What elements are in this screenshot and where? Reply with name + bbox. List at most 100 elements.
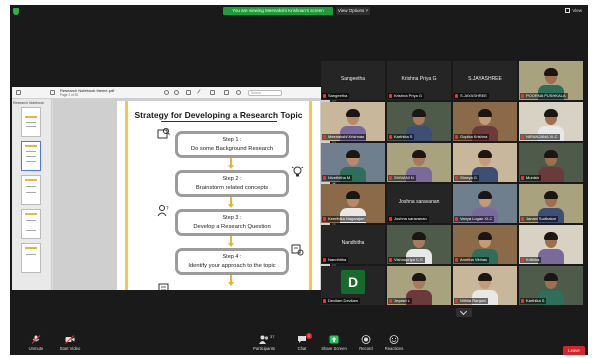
participant-caption: NIRANJANA XI-C bbox=[520, 134, 560, 140]
video-person-hair bbox=[478, 150, 492, 158]
zoom-meeting-window: You are viewing Meenakshi Krishnan's scr… bbox=[10, 5, 588, 355]
chevron-down-icon bbox=[459, 307, 468, 316]
fit-page-icon[interactable] bbox=[186, 90, 191, 95]
participant-caption: Krishna Priya G bbox=[388, 93, 425, 99]
start-video-button[interactable]: Start Video bbox=[50, 334, 90, 354]
gallery-next-page-button[interactable] bbox=[456, 307, 472, 317]
thumbnail-label: Research Notebook bbox=[13, 101, 44, 105]
participant-caption-text: Vanya Logan XI-C bbox=[460, 216, 493, 221]
participant-tile[interactable]: Nivethitha M bbox=[321, 143, 385, 182]
participant-tile[interactable]: Janani Sudhakar bbox=[519, 184, 583, 223]
muted-mic-icon bbox=[389, 299, 392, 303]
leave-meeting-button[interactable]: Leave bbox=[563, 346, 585, 355]
muted-mic-icon bbox=[455, 176, 458, 180]
participant-tile[interactable]: SHIVANI N bbox=[387, 143, 451, 182]
participants-button[interactable]: 37 Participants bbox=[244, 334, 284, 354]
pdf-search-input[interactable]: Search bbox=[248, 90, 282, 96]
participant-caption-text: S.JAYASHREE bbox=[460, 93, 487, 98]
participant-tile[interactable]: D Devilam Devilam bbox=[321, 266, 385, 305]
participant-tile[interactable]: Karthika S bbox=[387, 102, 451, 141]
page-right-stripe bbox=[309, 101, 312, 290]
participant-tile[interactable]: Gopika Krishna bbox=[453, 102, 517, 141]
annotate-icon[interactable] bbox=[210, 90, 215, 95]
participant-tile[interactable]: Vanya Logan XI-C bbox=[453, 184, 517, 223]
participant-tile[interactable]: Shreya G bbox=[453, 143, 517, 182]
view-button[interactable]: View bbox=[565, 8, 582, 13]
participant-caption-text: Joshna saravanan bbox=[394, 216, 427, 221]
step-3-box: Step 3 : Develop a Research Question bbox=[175, 209, 289, 236]
video-person-hair bbox=[478, 109, 492, 117]
chat-unread-badge: 1 bbox=[306, 333, 312, 339]
participant-caption-text: SHIVANI N bbox=[394, 175, 414, 180]
video-person-hair bbox=[346, 109, 360, 117]
participant-caption-text: Meenakshi Krishnan bbox=[328, 134, 365, 139]
zoom-in-icon[interactable] bbox=[174, 90, 179, 95]
view-label: View bbox=[572, 8, 582, 13]
reactions-button[interactable]: Reactions bbox=[374, 334, 414, 354]
search-icon[interactable] bbox=[236, 90, 241, 95]
participant-caption-text: Nivethitha M bbox=[328, 175, 351, 180]
participants-icon bbox=[259, 335, 269, 344]
muted-mic-icon bbox=[455, 258, 458, 262]
share-icon[interactable] bbox=[224, 90, 229, 95]
participant-tile[interactable]: Jeyasri L bbox=[387, 266, 451, 305]
participant-caption: Karthika S bbox=[520, 298, 547, 304]
participant-caption-text: Amritha Vibhas bbox=[460, 257, 488, 262]
participant-caption: Keerthika Nagarajan bbox=[322, 216, 367, 222]
security-shield-icon[interactable] bbox=[13, 8, 19, 15]
participant-tile[interactable]: Krishna Priya G Krishna Priya G bbox=[387, 61, 451, 100]
step-4-label: Step 4 : bbox=[222, 254, 242, 260]
participant-tile[interactable]: Karthika S bbox=[519, 266, 583, 305]
video-person-hair bbox=[346, 191, 360, 199]
video-person-hair bbox=[544, 273, 558, 281]
participant-caption-text: Shreya G bbox=[460, 175, 477, 180]
muted-mic-icon bbox=[455, 94, 458, 98]
participant-tile[interactable]: Joshna saravanan Joshna saravanan bbox=[387, 184, 451, 223]
participant-tile[interactable]: Amritha Vibhas bbox=[453, 225, 517, 264]
participant-tile[interactable]: Munish bbox=[519, 143, 583, 182]
participant-tile[interactable]: POORNA PUSHKALA bbox=[519, 61, 583, 100]
pen-icon[interactable] bbox=[197, 89, 204, 96]
participant-tile[interactable]: Krithika bbox=[519, 225, 583, 264]
participant-avatar: D bbox=[341, 270, 365, 294]
participant-tile[interactable]: Sangeetha Sangeetha bbox=[321, 61, 385, 100]
page-thumbnails[interactable]: Research Notebook bbox=[12, 99, 52, 290]
muted-mic-icon bbox=[521, 135, 524, 139]
participants-count: 37 bbox=[270, 334, 275, 339]
participant-caption-text: POORNA PUSHKALA bbox=[526, 93, 566, 98]
participant-caption: Karthika S bbox=[388, 134, 415, 140]
step-2-box: Step 2 : Brainstorm related concepts bbox=[175, 170, 289, 197]
page-thumbnail-3[interactable] bbox=[21, 175, 41, 205]
microphone-muted-icon bbox=[31, 335, 41, 344]
muted-mic-icon bbox=[389, 217, 392, 221]
participant-name: Nandhitha bbox=[341, 240, 365, 246]
muted-mic-icon bbox=[323, 176, 326, 180]
participant-tile[interactable]: Nithila Ranjani bbox=[453, 266, 517, 305]
document-viewport[interactable]: Strategy for Developing a Research Topic… bbox=[53, 99, 330, 290]
participant-tile[interactable]: Vishnupriya C.S bbox=[387, 225, 451, 264]
page-thumbnail-4[interactable] bbox=[21, 209, 41, 239]
zoom-out-icon[interactable] bbox=[164, 90, 169, 95]
page-thumbnail-5[interactable] bbox=[21, 243, 41, 273]
shared-screen[interactable]: Research Notebook theme.pdf Page 2 of 25… bbox=[12, 87, 330, 290]
participant-tile[interactable]: Nandhitha Nandhitha bbox=[321, 225, 385, 264]
question-person-icon: ? bbox=[157, 205, 169, 217]
participant-tile[interactable]: Meenakshi Krishnan bbox=[321, 102, 385, 141]
participants-label: Participants bbox=[253, 346, 275, 351]
svg-text:?: ? bbox=[166, 206, 169, 212]
participant-tile[interactable]: S.JAYASHREE S.JAYASHREE bbox=[453, 61, 517, 100]
view-options-button[interactable]: View Options ˅ bbox=[336, 7, 370, 15]
participant-caption: S.JAYASHREE bbox=[454, 93, 489, 99]
participant-caption: Krithika bbox=[520, 257, 542, 263]
page-thumbnail-1[interactable] bbox=[21, 107, 41, 137]
participant-tile[interactable]: Keerthika Nagarajan bbox=[321, 184, 385, 223]
sidebar-toggle-icon[interactable] bbox=[16, 90, 21, 95]
participant-tile[interactable]: NIRANJANA XI-C bbox=[519, 102, 583, 141]
participant-caption-text: Krishna Priya G bbox=[394, 93, 423, 98]
participant-caption-text: Nithila Ranjani bbox=[460, 298, 486, 303]
page-thumbnail-2[interactable] bbox=[21, 141, 41, 171]
video-off-icon bbox=[65, 335, 75, 344]
muted-mic-icon bbox=[521, 217, 524, 221]
step-3-text: Develop a Research Question bbox=[193, 224, 271, 230]
participant-caption: Nithila Ranjani bbox=[454, 298, 488, 304]
